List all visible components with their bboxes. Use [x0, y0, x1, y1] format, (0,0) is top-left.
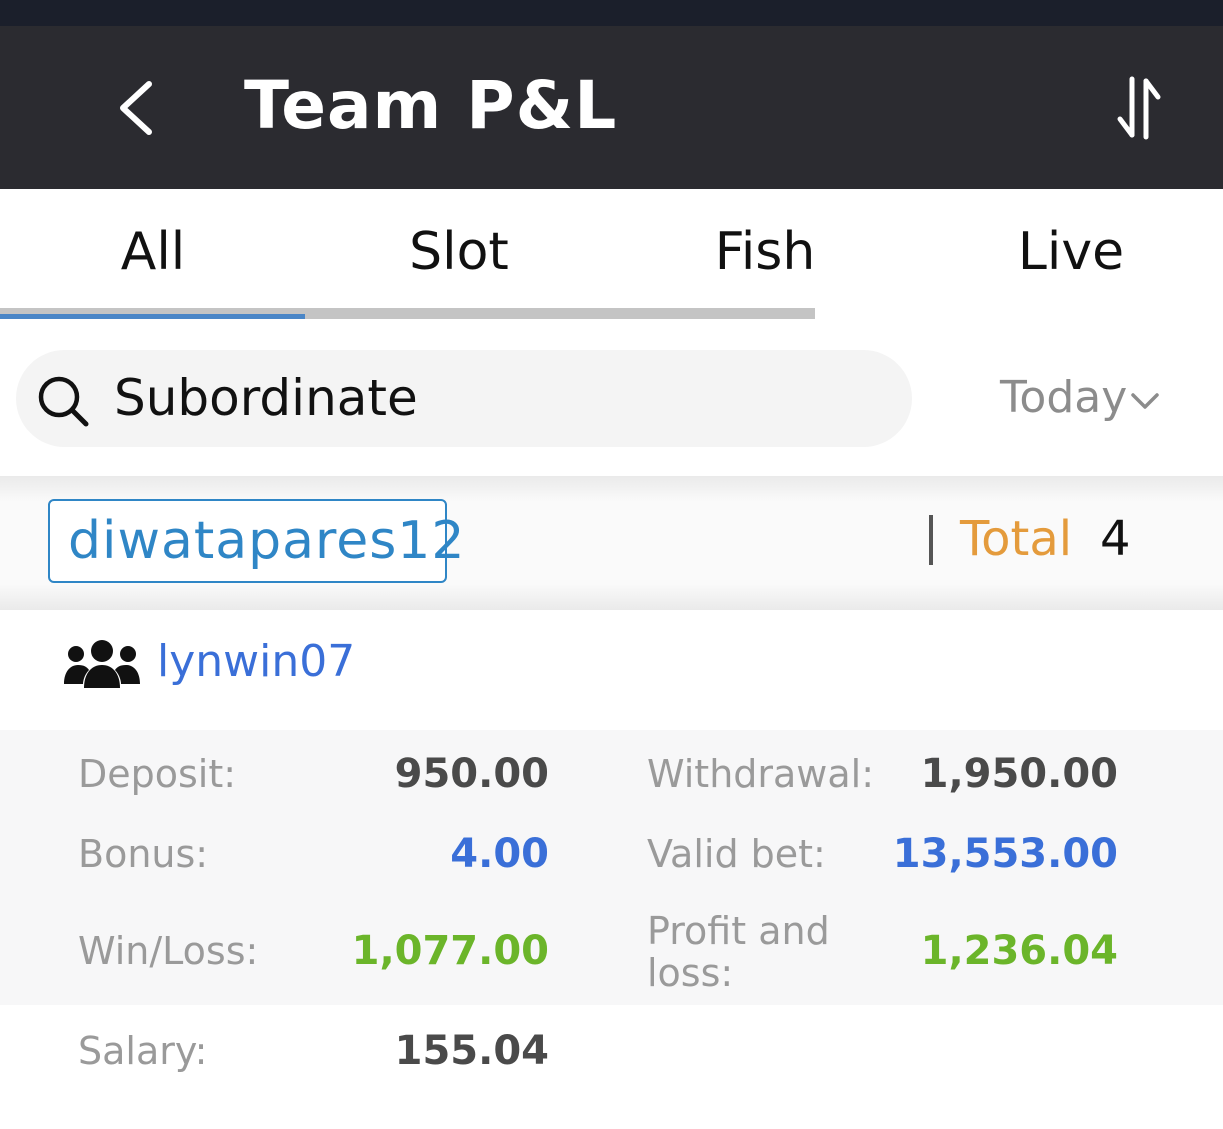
salary-row: Salary: 155.04: [0, 1005, 1223, 1129]
divider: [929, 515, 933, 565]
member-stats: Deposit: 950.00 Withdrawal: 1,950.00 Bon…: [0, 730, 1223, 1005]
sort-arrows-icon: [1117, 76, 1161, 140]
team-user-chip[interactable]: diwatapares12: [48, 499, 464, 583]
page-title: Team P&L: [244, 67, 618, 144]
valid-bet-value: 13,553.00: [892, 831, 1118, 877]
salary-value: 155.04: [394, 1028, 549, 1074]
category-tabs: All Slot Fish Live: [0, 189, 1223, 319]
group-icon: [64, 640, 140, 688]
member-card-header: lynwin07: [0, 610, 1223, 730]
tab-active-indicator: [0, 314, 305, 319]
win-loss-label: Win/Loss:: [78, 929, 259, 973]
total-label: Total: [960, 511, 1073, 567]
member-name-link[interactable]: lynwin07: [157, 632, 355, 692]
valid-bet-label: Valid bet:: [647, 832, 826, 876]
status-bar: [0, 0, 1223, 26]
profit-loss-label: Profit and loss:: [647, 909, 830, 995]
deposit-label: Deposit:: [78, 752, 237, 796]
tab-slot[interactable]: Slot: [306, 217, 612, 287]
chevron-down-icon: [1131, 393, 1160, 409]
back-button[interactable]: [100, 70, 170, 146]
tab-live[interactable]: Live: [918, 217, 1223, 287]
search-placeholder: Subordinate: [114, 369, 418, 427]
bonus-label: Bonus:: [78, 832, 209, 876]
search-input[interactable]: Subordinate: [16, 350, 912, 447]
salary-label: Salary:: [78, 1029, 208, 1073]
tab-all[interactable]: All: [0, 217, 306, 287]
date-filter-label: Today: [1000, 372, 1128, 423]
sort-button[interactable]: [1104, 70, 1174, 146]
bonus-value: 4.00: [450, 831, 549, 877]
withdrawal-label: Withdrawal:: [647, 752, 875, 796]
withdrawal-value: 1,950.00: [920, 751, 1118, 797]
profit-loss-value: 1,236.04: [920, 928, 1118, 974]
team-username: diwatapares12: [68, 511, 466, 571]
deposit-value: 950.00: [394, 751, 549, 797]
app-header: Team P&L: [0, 26, 1223, 189]
total-count: 4: [1100, 511, 1131, 567]
tab-fish[interactable]: Fish: [612, 217, 918, 287]
win-loss-value: 1,077.00: [351, 928, 549, 974]
search-icon: [38, 376, 89, 427]
date-filter-dropdown[interactable]: Today: [1000, 370, 1161, 426]
chevron-left-icon: [120, 81, 152, 135]
